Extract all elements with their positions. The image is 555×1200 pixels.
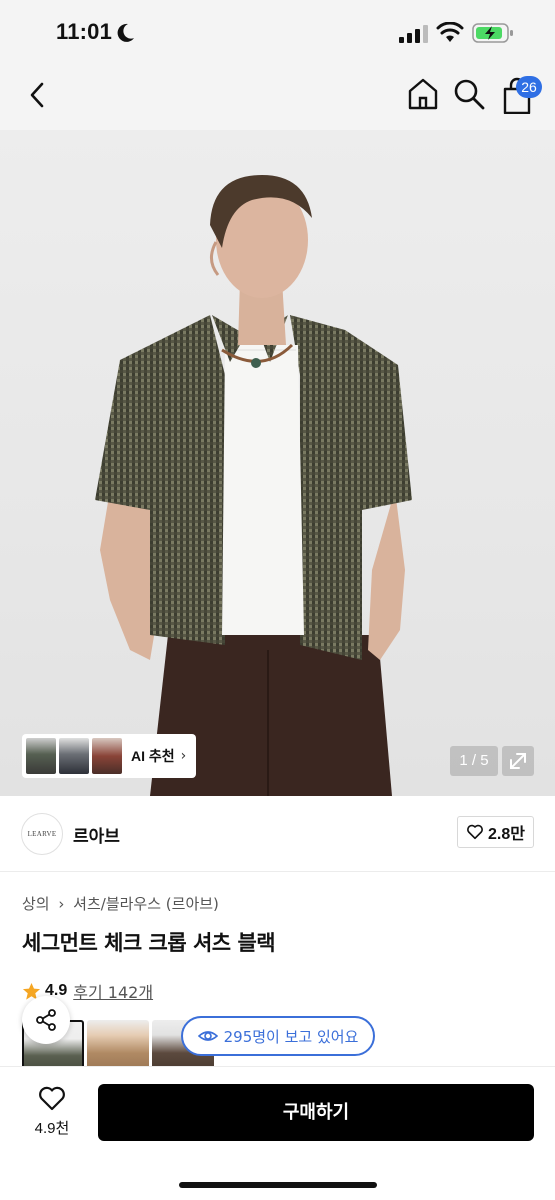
chevron-right-icon: › [58, 895, 65, 913]
eye-icon [197, 1031, 218, 1041]
back-icon[interactable] [22, 78, 54, 112]
buy-button[interactable]: 구매하기 [98, 1084, 534, 1141]
heart-icon [39, 1086, 65, 1111]
brand-name[interactable]: 르아브 [73, 822, 120, 847]
wifi-icon [436, 22, 464, 42]
brand-row[interactable]: LEARVE 르아브 2.8만 [0, 796, 555, 872]
wishlist-button[interactable]: 4.9천 [26, 1085, 78, 1141]
product-title: 세그먼트 체크 크롭 셔츠 블랙 [22, 931, 276, 955]
color-option-thumbnail[interactable] [87, 1020, 149, 1068]
search-icon[interactable] [452, 76, 486, 112]
brand-like-button[interactable]: 2.8만 [457, 816, 534, 848]
bottom-purchase-bar: 4.9천 구매하기 [0, 1066, 555, 1200]
share-icon [36, 1009, 56, 1031]
product-photo [95, 175, 412, 796]
reviews-link[interactable]: 후기 142개 [73, 979, 153, 1003]
viewers-badge: 295명이 보고 있어요 [181, 1016, 375, 1056]
expand-icon [510, 753, 526, 769]
breadcrumb-item[interactable]: 셔츠/블라우스 (르아브) [73, 895, 219, 913]
brand-logo[interactable]: LEARVE [21, 813, 63, 855]
cart-count-badge: 26 [516, 76, 542, 98]
recommend-thumbnail [92, 738, 122, 774]
breadcrumb: 상의 › 셔츠/블라우스 (르아브) [22, 893, 223, 914]
expand-image-button[interactable] [502, 746, 534, 776]
product-image-carousel[interactable]: AI 추천 › 1 / 5 [0, 130, 555, 796]
shopping-bag-button[interactable]: 26 [498, 74, 542, 114]
battery-charging-icon [472, 23, 513, 43]
image-page-indicator: 1 / 5 [450, 746, 498, 776]
status-time: 11:01 [56, 19, 113, 44]
ai-recommend-label: AI 추천 [131, 748, 175, 764]
recommend-thumbnail [26, 738, 56, 774]
home-indicator [179, 1182, 377, 1188]
moon-icon [117, 23, 134, 42]
chevron-right-icon: › [180, 748, 187, 764]
recommend-thumbnail [59, 738, 89, 774]
home-icon[interactable] [405, 76, 441, 112]
ai-recommend-strip[interactable]: AI 추천 › [22, 734, 196, 778]
wishlist-count: 4.9천 [34, 1120, 70, 1137]
viewers-text: 295명이 보고 있어요 [223, 1027, 359, 1046]
breadcrumb-item[interactable]: 상의 [22, 895, 50, 913]
status-bar: 11:01 [0, 0, 555, 62]
cellular-signal-icon [399, 25, 428, 43]
brand-like-count: 2.8만 [488, 826, 525, 843]
top-navigation: 26 [0, 62, 555, 130]
heart-icon [467, 824, 483, 840]
share-button[interactable] [22, 996, 70, 1044]
